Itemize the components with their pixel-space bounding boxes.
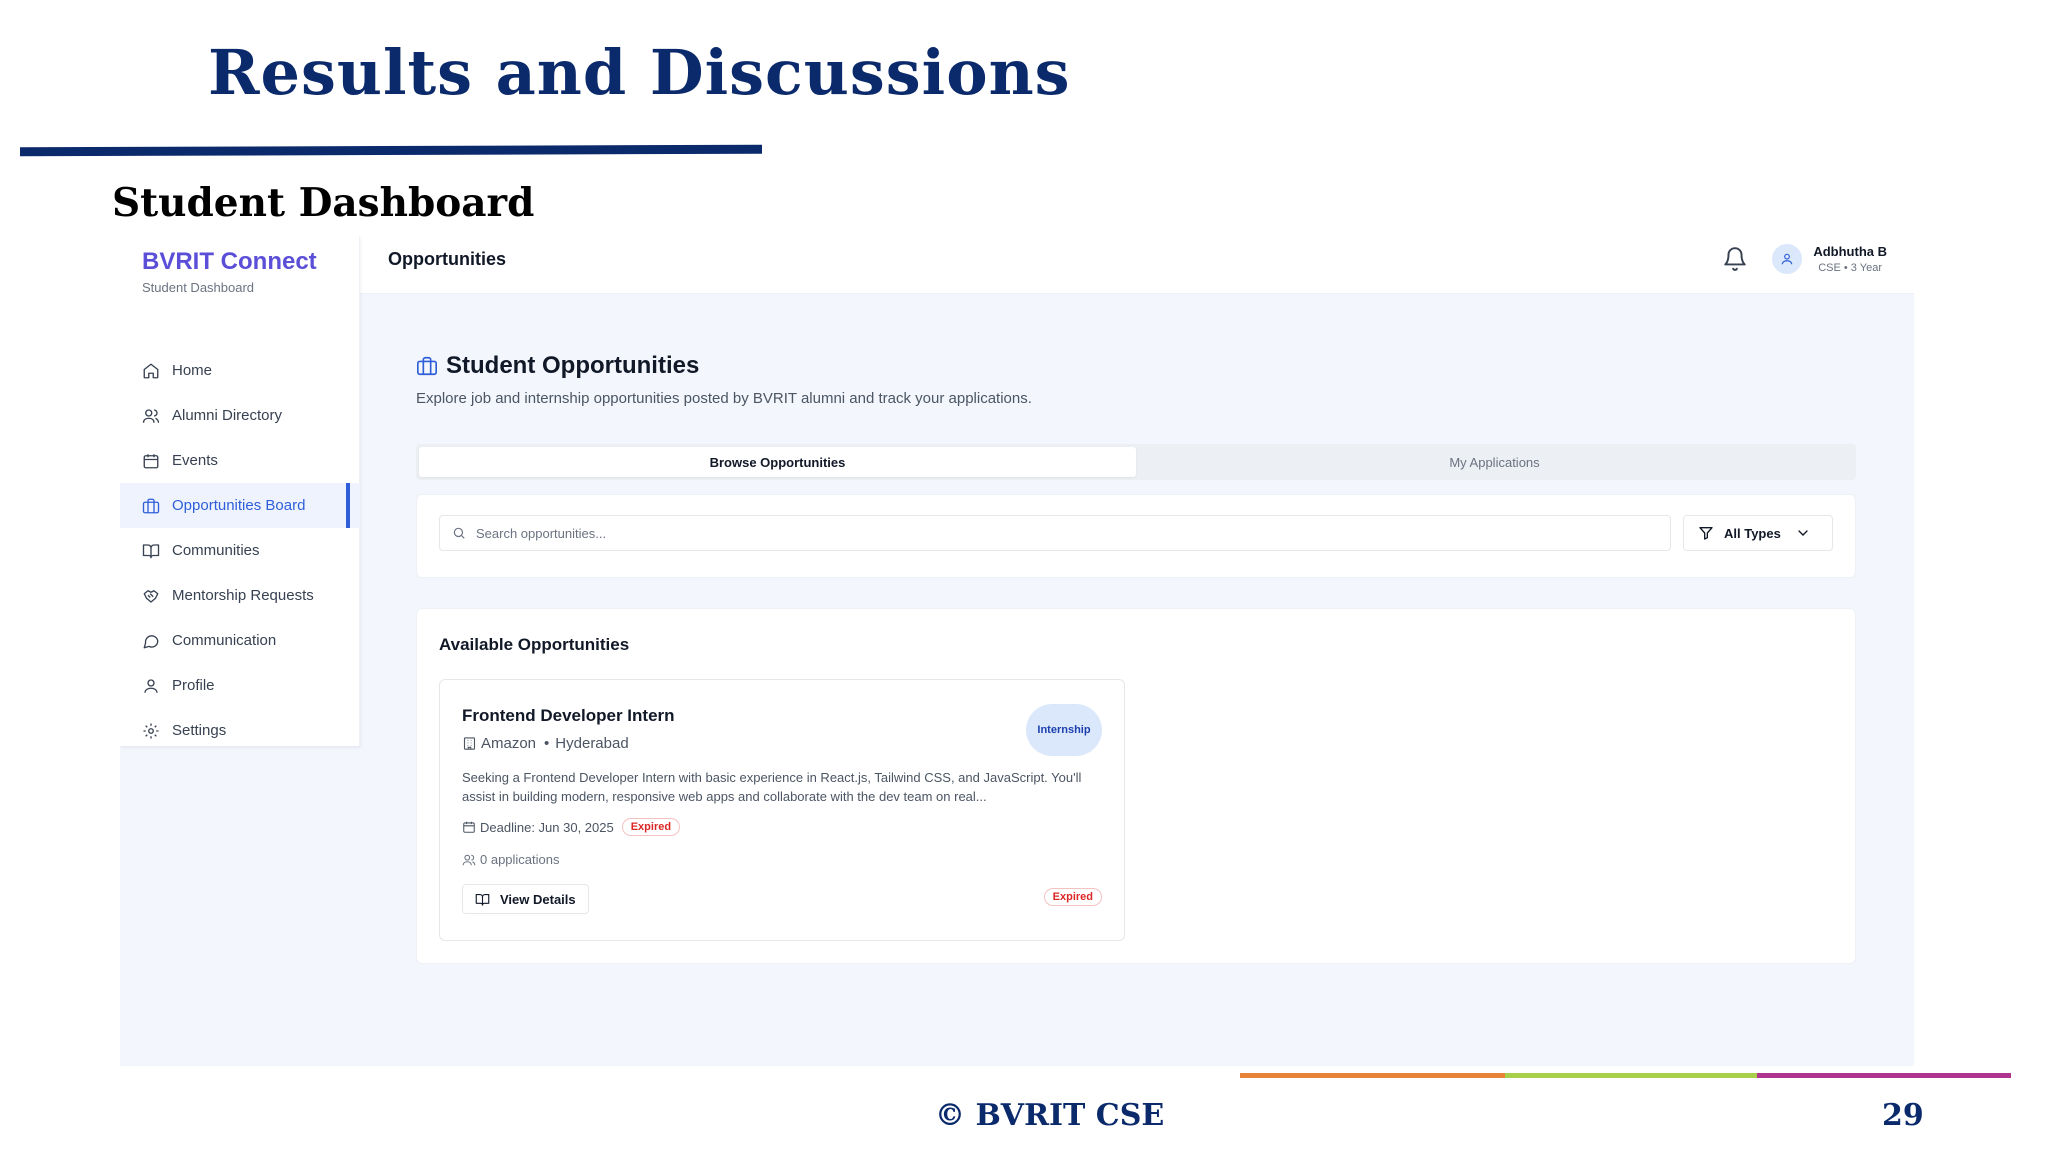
type-filter-dropdown[interactable]: All Types <box>1683 515 1833 551</box>
opportunity-type-badge: Internship <box>1026 704 1102 756</box>
available-opportunities-panel: Available Opportunities Frontend Develop… <box>416 608 1856 964</box>
filter-icon <box>1699 527 1713 540</box>
sidebar-item-label: Events <box>172 452 218 469</box>
tab-bar: Browse Opportunities My Applications <box>416 444 1856 480</box>
bell-icon[interactable] <box>1722 246 1748 272</box>
search-panel: All Types <box>416 494 1856 578</box>
footer-bar-magenta <box>1757 1073 2011 1078</box>
top-bar: Opportunities Adbhutha B CSE • 3 Year <box>360 236 1914 294</box>
user-icon <box>1781 253 1793 265</box>
slide-subtitle: Student Dashboard <box>112 180 535 226</box>
sidebar-item-label: Opportunities Board <box>172 497 306 514</box>
footer-bar-green <box>1505 1073 1757 1078</box>
book-open-icon <box>142 543 160 558</box>
calendar-icon <box>463 821 475 833</box>
tab-my-applications[interactable]: My Applications <box>1136 447 1853 477</box>
search-input[interactable] <box>476 525 1656 541</box>
location: Hyderabad <box>555 735 629 752</box>
sidebar-item-communities[interactable]: Communities <box>120 528 360 573</box>
building-icon <box>463 737 476 750</box>
sidebar-item-settings[interactable]: Settings <box>120 708 360 753</box>
chevron-down-icon <box>1798 530 1808 536</box>
status-badge: Expired <box>621 818 681 836</box>
sidebar-item-label: Alumni Directory <box>172 407 283 424</box>
deadline-row: Deadline: Jun 30, 2025 Expired <box>462 818 681 836</box>
opportunity-description: Seeking a Frontend Developer Intern with… <box>462 770 1082 804</box>
filter-selected-value: All Types <box>1724 525 1781 541</box>
sidebar-item-label: Home <box>172 362 213 379</box>
sidebar-item-mentorship-requests[interactable]: Mentorship Requests <box>120 573 360 618</box>
sidebar-item-label: Mentorship Requests <box>172 587 314 604</box>
footer-bar-orange <box>1240 1073 1505 1078</box>
brand-subtitle: Student Dashboard <box>142 280 255 295</box>
view-details-button[interactable]: View Details <box>462 884 589 914</box>
separator-dot: • <box>544 735 550 752</box>
opportunity-card: Frontend Developer Intern Internship Ama… <box>439 679 1125 941</box>
tab-browse-opportunities[interactable]: Browse Opportunities <box>419 447 1136 477</box>
sidebar-item-opportunities-board[interactable]: Opportunities Board <box>120 483 360 528</box>
brand-logo[interactable]: BVRIT Connect <box>142 248 317 276</box>
title-underline <box>20 144 762 157</box>
search-icon <box>453 527 465 539</box>
home-icon <box>143 363 159 378</box>
page-heading: Student Opportunities <box>416 352 1856 380</box>
page-title: Student Opportunities <box>446 352 700 379</box>
company-name: Amazon <box>481 735 537 752</box>
sidebar: BVRIT Connect Student Dashboard Home Alu… <box>120 236 360 746</box>
users-icon <box>142 408 160 423</box>
book-open-icon <box>475 893 490 906</box>
sidebar-item-label: Settings <box>172 722 227 739</box>
section-title: Available Opportunities <box>439 635 630 654</box>
company-location: Amazon • Hyderabad <box>462 735 629 752</box>
sidebar-nav: Home Alumni Directory Events Opportuniti… <box>120 348 360 753</box>
sidebar-item-communication[interactable]: Communication <box>120 618 360 663</box>
user-icon <box>144 678 158 693</box>
user-meta: CSE • 3 Year <box>1818 262 1882 274</box>
page-description: Explore job and internship opportunities… <box>416 390 1032 407</box>
dashboard-screenshot: Opportunities Adbhutha B CSE • 3 Year BV… <box>120 236 1914 1066</box>
gear-icon <box>143 723 159 738</box>
sidebar-item-label: Profile <box>172 677 215 694</box>
chat-icon <box>143 634 159 648</box>
status-badge: Expired <box>1043 888 1102 906</box>
briefcase-icon <box>417 356 437 376</box>
opportunity-title: Frontend Developer Intern <box>462 706 675 725</box>
footer-copyright: © BVRIT CSE <box>935 1098 1165 1133</box>
calendar-icon <box>143 453 159 468</box>
users-icon <box>462 854 476 865</box>
avatar[interactable] <box>1772 244 1802 274</box>
sidebar-item-label: Communication <box>172 632 277 649</box>
slide-title: Results and Discussions <box>208 36 1071 109</box>
applications-count-row: 0 applications <box>462 852 560 867</box>
sidebar-item-label: Communities <box>172 542 260 559</box>
page-number: 29 <box>1882 1098 1924 1133</box>
handshake-icon <box>143 589 159 603</box>
applications-count: 0 applications <box>480 852 560 867</box>
briefcase-icon <box>142 498 160 513</box>
user-name: Adbhutha B <box>1813 244 1887 259</box>
sidebar-item-alumni-directory[interactable]: Alumni Directory <box>120 393 360 438</box>
deadline-text: Deadline: Jun 30, 2025 <box>480 819 614 835</box>
view-details-label: View Details <box>500 891 576 907</box>
sidebar-item-profile[interactable]: Profile <box>120 663 360 708</box>
sidebar-item-home[interactable]: Home <box>120 348 360 393</box>
sidebar-item-events[interactable]: Events <box>120 438 360 483</box>
topbar-title: Opportunities <box>388 249 506 269</box>
main-content: Student Opportunities Explore job and in… <box>416 352 1856 964</box>
search-box[interactable] <box>439 515 1671 551</box>
